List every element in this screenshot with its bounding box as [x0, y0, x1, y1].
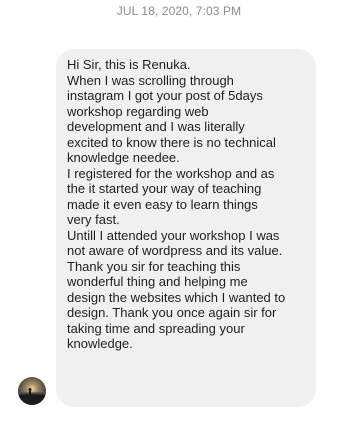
message-line: Untill I attended your workshop I was — [67, 227, 280, 243]
message-line: design the websites which I wanted to — [67, 289, 286, 305]
message-line: Thank you sir for teaching this — [67, 258, 241, 274]
message-line: Hi Sir, this is Renuka. — [67, 57, 191, 72]
message-line: When I was scrolling through — [67, 72, 234, 88]
sender-avatar[interactable] — [18, 377, 46, 405]
message-line: knowledge. — [67, 336, 133, 351]
message-line: not aware of wordpress and its value. — [67, 243, 283, 258]
avatar-photo-icon — [18, 377, 46, 405]
message-line: wonderful thing and helping me — [67, 274, 248, 289]
message-line: instagram I got your post of 5days — [67, 88, 263, 103]
message-line: very fast. — [67, 212, 120, 227]
message-line: excited to know there is no technical — [67, 134, 276, 150]
message-line: made it even easy to learn things — [67, 196, 258, 212]
message-timestamp: JUL 18, 2020, 7:03 PM — [116, 4, 242, 18]
message-line: design. Thank you once again sir for — [67, 305, 277, 320]
message-line: workshop regarding web — [67, 103, 209, 119]
message-line: development and I was literally — [67, 119, 245, 134]
message-bubble[interactable]: Hi Sir, this is Renuka. When I was scrol… — [56, 49, 316, 407]
message-line: taking time and spreading your — [67, 320, 245, 336]
message-line: the it started your way of teaching — [67, 181, 262, 196]
message-line: knowledge needee. — [67, 150, 180, 165]
message-line: I registered for the workshop and as — [67, 165, 275, 181]
